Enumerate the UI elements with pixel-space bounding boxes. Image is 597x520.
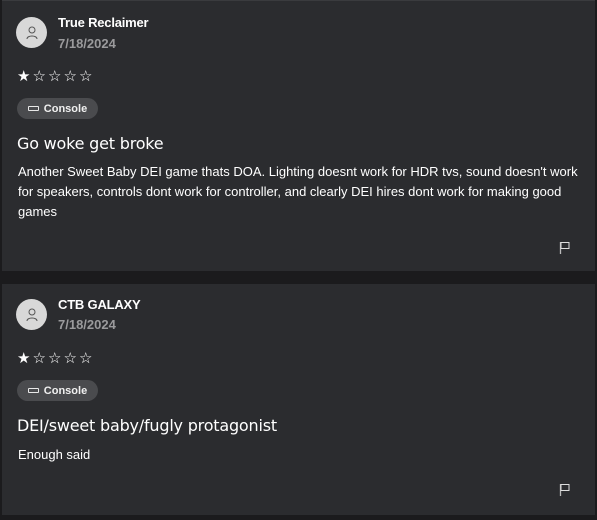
star-empty-icon: ☆ (48, 350, 63, 367)
avatar[interactable] (16, 299, 47, 330)
star-empty-icon: ☆ (79, 68, 94, 85)
platform-label: Console (43, 102, 88, 115)
review-card: True Reclaimer 7/18/2024 ★☆☆☆☆ Console G… (2, 0, 595, 271)
review-author[interactable]: True Reclaimer (58, 15, 149, 30)
flag-icon[interactable] (559, 483, 571, 496)
star-empty-icon: ☆ (32, 68, 47, 85)
console-icon (27, 388, 39, 393)
platform-label: Console (43, 384, 88, 397)
star-empty-icon: ☆ (32, 350, 47, 367)
flag-icon[interactable] (559, 241, 571, 254)
review-title: DEI/sweet baby/fugly protagonist (17, 416, 277, 435)
person-icon (26, 26, 37, 39)
review-date: 7/18/2024 (58, 36, 116, 51)
star-empty-icon: ☆ (63, 68, 78, 85)
star-filled-icon: ★ (17, 68, 32, 85)
avatar[interactable] (16, 17, 47, 48)
review-title: Go woke get broke (17, 134, 164, 153)
person-icon (26, 308, 37, 321)
review-card: CTB GALAXY 7/18/2024 ★☆☆☆☆ Console DEI/s… (2, 284, 595, 515)
star-empty-icon: ☆ (79, 350, 94, 367)
star-filled-icon: ★ (17, 350, 32, 367)
review-date: 7/18/2024 (58, 317, 116, 332)
star-empty-icon: ☆ (48, 68, 63, 85)
review-author[interactable]: CTB GALAXY (58, 297, 141, 312)
platform-badge: Console (17, 380, 98, 401)
star-empty-icon: ☆ (63, 350, 78, 367)
review-body: Enough said (18, 447, 91, 462)
star-rating: ★☆☆☆☆ (17, 351, 95, 366)
review-body: Another Sweet Baby DEI game thats DOA. L… (18, 164, 578, 219)
star-rating: ★☆☆☆☆ (17, 69, 95, 84)
platform-badge: Console (17, 98, 98, 119)
console-icon (27, 106, 39, 111)
